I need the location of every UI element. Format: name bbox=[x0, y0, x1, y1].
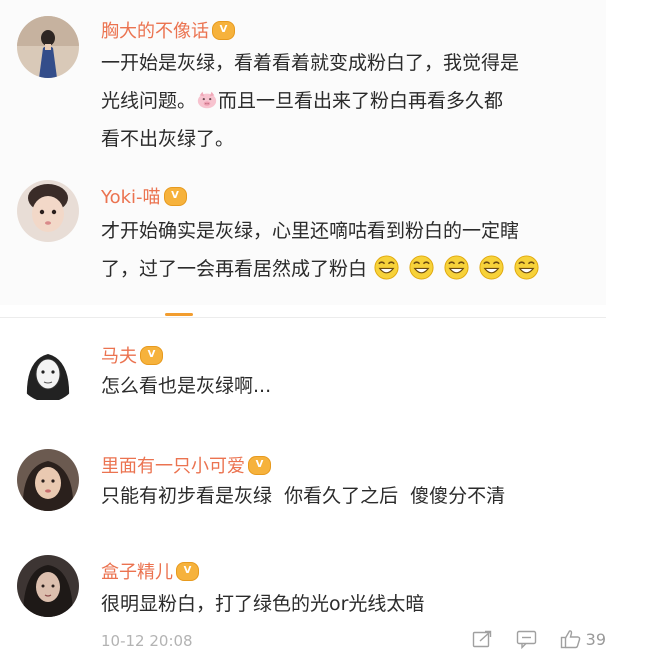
grinning-laugh-emoji-icon bbox=[409, 255, 434, 280]
comment-footer: 10-12 20:08 39 bbox=[101, 629, 606, 653]
thumbs-up-icon bbox=[560, 630, 580, 649]
username-text[interactable]: 胸大的不像话 bbox=[101, 17, 209, 43]
username-text[interactable]: 里面有一只小可爱 bbox=[101, 452, 245, 478]
like-count: 39 bbox=[585, 629, 606, 649]
comment-line: 光线问题。 而且一旦看出来了粉白再看多久都 bbox=[101, 82, 606, 120]
comment-line: 只能有初步看是灰绿 你看久了之后 傻傻分不清 bbox=[101, 485, 506, 507]
vip-badge-icon: V bbox=[248, 455, 271, 475]
username[interactable]: 马夫 V bbox=[101, 342, 163, 368]
username-text[interactable]: 盒子精儿 bbox=[101, 558, 173, 584]
section-divider bbox=[0, 317, 606, 318]
comment-line-segment: 了，过了一会再看居然成了粉白 bbox=[101, 258, 368, 280]
comment-text: 只能有初步看是灰绿 你看久了之后 傻傻分不清 bbox=[101, 477, 606, 515]
avatar[interactable] bbox=[17, 555, 79, 617]
vip-badge-icon: V bbox=[163, 186, 187, 206]
pig-face-emoji-icon bbox=[197, 91, 217, 109]
username[interactable]: Yoki-喵 V bbox=[101, 183, 187, 209]
timestamp: 10-12 20:08 bbox=[101, 632, 193, 650]
username[interactable]: 里面有一只小可爱 V bbox=[101, 452, 271, 478]
comment-actions: 39 bbox=[450, 629, 606, 649]
section-divider-tab bbox=[165, 313, 193, 316]
username-text[interactable]: Yoki-喵 bbox=[101, 183, 161, 209]
comment-line: 看不出灰绿了。 bbox=[101, 128, 235, 150]
avatar[interactable] bbox=[17, 16, 79, 78]
vip-badge-icon: V bbox=[140, 345, 163, 365]
comment-line-segment: 光线问题。 bbox=[101, 90, 197, 112]
grinning-laugh-emoji-icon bbox=[479, 255, 504, 280]
comment-line: 很明显粉白，打了绿色的光or光线太暗 bbox=[101, 593, 425, 615]
avatar[interactable] bbox=[17, 340, 79, 402]
like-button[interactable]: 39 bbox=[560, 629, 606, 649]
vip-badge-icon: V bbox=[212, 20, 235, 40]
share-icon bbox=[472, 630, 491, 648]
comment-icon bbox=[516, 630, 536, 649]
comment-text: 怎么看也是灰绿啊... bbox=[101, 367, 606, 405]
username[interactable]: 胸大的不像话 V bbox=[101, 17, 235, 43]
comment-text: 才开始确实是灰绿，心里还嘀咕看到粉白的一定瞎 了，过了一会再看居然成了粉白 bbox=[101, 212, 606, 288]
username[interactable]: 盒子精儿 V bbox=[101, 558, 199, 584]
comment-line: 了，过了一会再看居然成了粉白 bbox=[101, 250, 606, 288]
avatar[interactable] bbox=[17, 449, 79, 511]
avatar[interactable] bbox=[17, 180, 79, 242]
username-text[interactable]: 马夫 bbox=[101, 342, 137, 368]
share-button[interactable] bbox=[472, 629, 494, 649]
comment-text: 一开始是灰绿，看着看着就变成粉白了，我觉得是 光线问题。 而且一旦看出来了粉白再看… bbox=[101, 44, 606, 158]
comment-line-segment: 而且一旦看出来了粉白再看多久都 bbox=[218, 90, 504, 112]
comment-text: 很明显粉白，打了绿色的光or光线太暗 bbox=[101, 585, 606, 623]
comment-line: 一开始是灰绿，看着看着就变成粉白了，我觉得是 bbox=[101, 52, 520, 74]
grinning-laugh-emoji-icon bbox=[374, 255, 399, 280]
comment-line: 怎么看也是灰绿啊... bbox=[101, 375, 272, 397]
grinning-laugh-emoji-icon bbox=[514, 255, 539, 280]
vip-badge-icon: V bbox=[176, 561, 199, 581]
comment-line: 才开始确实是灰绿，心里还嘀咕看到粉白的一定瞎 bbox=[101, 220, 520, 242]
grinning-laugh-emoji-icon bbox=[444, 255, 469, 280]
comment-button[interactable] bbox=[516, 629, 538, 649]
